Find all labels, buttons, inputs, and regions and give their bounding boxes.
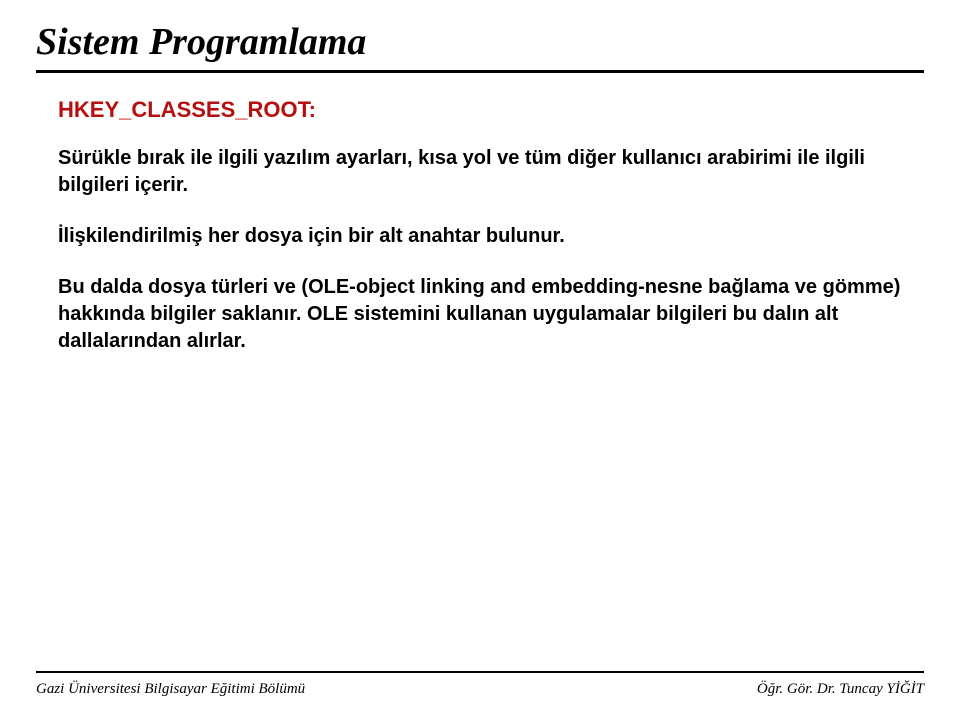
- slide-title: Sistem Programlama: [36, 20, 924, 64]
- footer-left: Gazi Üniversitesi Bilgisayar Eğitimi Böl…: [36, 681, 305, 698]
- footer: Gazi Üniversitesi Bilgisayar Eğitimi Böl…: [36, 671, 924, 698]
- paragraph: Bu dalda dosya türleri ve (OLE-object li…: [58, 274, 902, 355]
- content-area: HKEY_CLASSES_ROOT: Sürükle bırak ile ilg…: [36, 97, 924, 355]
- title-rule: [36, 70, 924, 73]
- footer-row: Gazi Üniversitesi Bilgisayar Eğitimi Böl…: [36, 681, 924, 698]
- paragraph: Sürükle bırak ile ilgili yazılım ayarlar…: [58, 145, 902, 199]
- paragraph: İlişkilendirilmiş her dosya için bir alt…: [58, 223, 902, 250]
- section-heading: HKEY_CLASSES_ROOT:: [58, 97, 902, 123]
- footer-right: Öğr. Gör. Dr. Tuncay YİĞİT: [757, 681, 924, 698]
- slide-page: Sistem Programlama HKEY_CLASSES_ROOT: Sü…: [0, 0, 960, 720]
- footer-rule: [36, 671, 924, 673]
